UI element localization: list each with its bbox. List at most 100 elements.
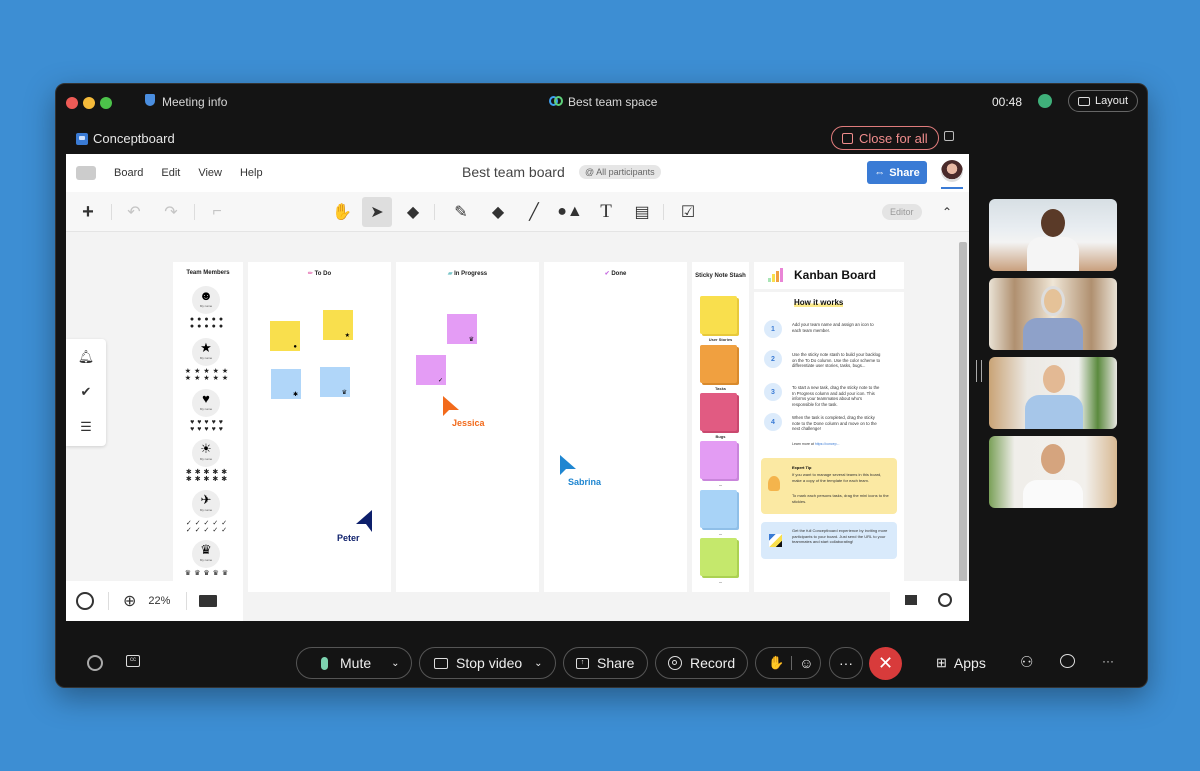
zoom-level-dropdown[interactable]: 22%	[148, 595, 170, 607]
share-board-button[interactable]: ⇔ Share	[867, 161, 927, 184]
participants-icon[interactable]: ⚇	[1020, 653, 1033, 671]
pen-tool-icon[interactable]: ✎	[446, 197, 476, 227]
tasks-check-icon[interactable]: ✔	[77, 383, 95, 401]
stash-stack-user-stories[interactable]	[700, 296, 737, 334]
maximize-window-button[interactable]	[100, 97, 112, 109]
share-content-button[interactable]: ↑ Share	[563, 647, 648, 679]
presentation-laptop-icon[interactable]	[199, 595, 218, 607]
mini-icons-rocket[interactable]: ✓✓✓✓✓ ✓✓✓✓✓	[183, 520, 233, 534]
more-menu-icon[interactable]: ···	[1102, 654, 1114, 668]
mute-options-chevron-icon[interactable]: ⌄	[391, 658, 399, 669]
mini-icons-sun[interactable]: ✱✱✱✱✱ ✱✱✱✱✱	[183, 469, 233, 483]
minimize-window-button[interactable]	[83, 97, 95, 109]
mute-button[interactable]: Mute ⌄	[296, 647, 412, 679]
member-star[interactable]: ★ My name	[192, 338, 220, 366]
share-screen-icon: ↑	[576, 657, 589, 669]
stop-video-button[interactable]: Stop video ⌄	[419, 647, 556, 679]
menu-board[interactable]: Board	[114, 167, 143, 179]
member-sun[interactable]: ☀ My name	[192, 439, 220, 467]
how-step: 2 Use the sticky note stash to build your…	[764, 350, 882, 369]
board-title[interactable]: Best team board	[462, 164, 565, 180]
sticky-note-tool-icon[interactable]: ▤	[627, 197, 657, 227]
stash-stack-tasks[interactable]	[700, 345, 737, 383]
menu-edit[interactable]: Edit	[161, 167, 180, 179]
member-rocket[interactable]: ✈ My name	[192, 490, 220, 518]
chat-bubble-icon[interactable]	[1060, 654, 1075, 668]
apps-button[interactable]: ⊞ Apps	[936, 655, 986, 671]
record-button[interactable]: Record	[655, 647, 748, 679]
member-name: My name	[199, 457, 213, 461]
panel-resize-handle[interactable]	[976, 360, 982, 382]
vertical-scrollbar[interactable]	[959, 242, 967, 582]
meeting-info-button[interactable]: Meeting info	[162, 95, 227, 109]
pop-out-icon[interactable]	[944, 131, 954, 141]
eraser-tool-icon[interactable]: ◆	[398, 197, 428, 227]
navigator-compass-icon[interactable]	[76, 592, 94, 610]
menu-view[interactable]: View	[198, 167, 222, 179]
participant-video-tile[interactable]	[989, 436, 1117, 508]
member-crown[interactable]: ♛ My name	[192, 540, 220, 568]
video-options-chevron-icon[interactable]: ⌄	[534, 658, 542, 669]
raise-hand-icon[interactable]: ✋	[768, 655, 784, 671]
share-label: Share	[889, 166, 920, 179]
member-smiley[interactable]: ☻ My name	[192, 286, 220, 314]
mini-icons-crown[interactable]: ♛♛♛♛♛	[183, 570, 233, 577]
highlighter-tool-icon[interactable]: ◆	[483, 197, 513, 227]
sticky-note[interactable]: ★	[323, 310, 353, 340]
stash-stack-blue[interactable]	[700, 490, 737, 528]
participant-video-tile[interactable]	[989, 357, 1117, 429]
select-tool-icon[interactable]: ➤	[362, 197, 392, 227]
link-icon: ⇔	[874, 166, 886, 179]
hand-tool-icon[interactable]: ✋	[327, 197, 357, 227]
conceptboard-menu-logo-icon[interactable]	[76, 166, 96, 180]
conceptboard-promo-icon	[769, 534, 782, 547]
board-menubar: Board Edit View Help Best team board @ A…	[66, 154, 969, 192]
leave-meeting-button[interactable]: ✕	[869, 647, 902, 680]
mini-icons-smiley[interactable]: ●●●●● ●●●●●	[183, 316, 233, 330]
reactions-smiley-icon[interactable]: ☺	[799, 655, 813, 671]
sticky-note[interactable]: ✱	[271, 369, 301, 399]
stash-stack-bugs[interactable]	[700, 393, 737, 431]
layout-button[interactable]: Layout	[1068, 90, 1138, 112]
stash-stack-purple[interactable]	[700, 441, 737, 479]
noise-removal-icon[interactable]	[87, 655, 103, 671]
undo-icon[interactable]: ↶	[119, 197, 149, 227]
shape-tool-icon[interactable]: ●▲	[555, 197, 585, 227]
stash-stack-green[interactable]	[700, 538, 737, 576]
close-for-all-button[interactable]: Close for all	[831, 126, 939, 150]
line-tool-icon[interactable]: ╱	[519, 197, 549, 227]
add-icon[interactable]: +	[73, 197, 103, 227]
collapse-toolbar-icon[interactable]: ⌃	[932, 197, 962, 227]
redo-icon[interactable]: ↷	[156, 197, 186, 227]
board-canvas[interactable]: Team Members ☻ My name ●●●●● ●●●●● ★ My nam…	[66, 232, 969, 621]
presentation-board-icon[interactable]	[905, 595, 917, 605]
user-avatar[interactable]	[941, 160, 963, 182]
participant-video-tile[interactable]	[989, 278, 1117, 350]
zoom-in-icon[interactable]: ⊕	[123, 591, 136, 611]
text-tool-icon[interactable]: T	[591, 197, 621, 227]
close-window-button[interactable]	[66, 97, 78, 109]
how-step: 4 When the task is completed, drag the st…	[764, 413, 882, 432]
learn-more-link[interactable]: https://concep...	[815, 442, 840, 446]
format-painter-icon[interactable]: ⌐	[202, 197, 232, 227]
section-list-icon[interactable]: ☰	[77, 418, 95, 436]
sticky-note[interactable]: ●	[270, 321, 300, 351]
participant-video-tile[interactable]	[989, 199, 1117, 271]
connection-signal-icon[interactable]	[1038, 94, 1052, 108]
notifications-bell-icon[interactable]: 🔔︎	[77, 348, 95, 366]
sticky-note[interactable]: ✓	[416, 355, 446, 385]
stash-label: Bugs	[715, 434, 726, 439]
mention-all-participants[interactable]: @ All participants	[579, 165, 661, 179]
editor-mode-badge[interactable]: Editor	[882, 204, 922, 220]
review-comment-tool-icon[interactable]: ☑	[673, 197, 703, 227]
more-options-button[interactable]: ···	[829, 647, 863, 679]
sticky-note[interactable]: ♛	[320, 367, 350, 397]
close-x-icon: ✕	[877, 653, 894, 673]
sticky-note[interactable]: ♛	[447, 314, 477, 344]
mini-icons-star[interactable]: ★★★★★ ★★★★★	[183, 368, 233, 382]
member-heart[interactable]: ♥ My name	[192, 389, 220, 417]
timer-stopwatch-icon[interactable]	[938, 593, 952, 607]
mini-icons-heart[interactable]: ♥♥♥♥♥ ♥♥♥♥♥	[183, 419, 233, 433]
menu-help[interactable]: Help	[240, 167, 263, 179]
closed-captions-icon[interactable]: cc	[126, 655, 140, 667]
